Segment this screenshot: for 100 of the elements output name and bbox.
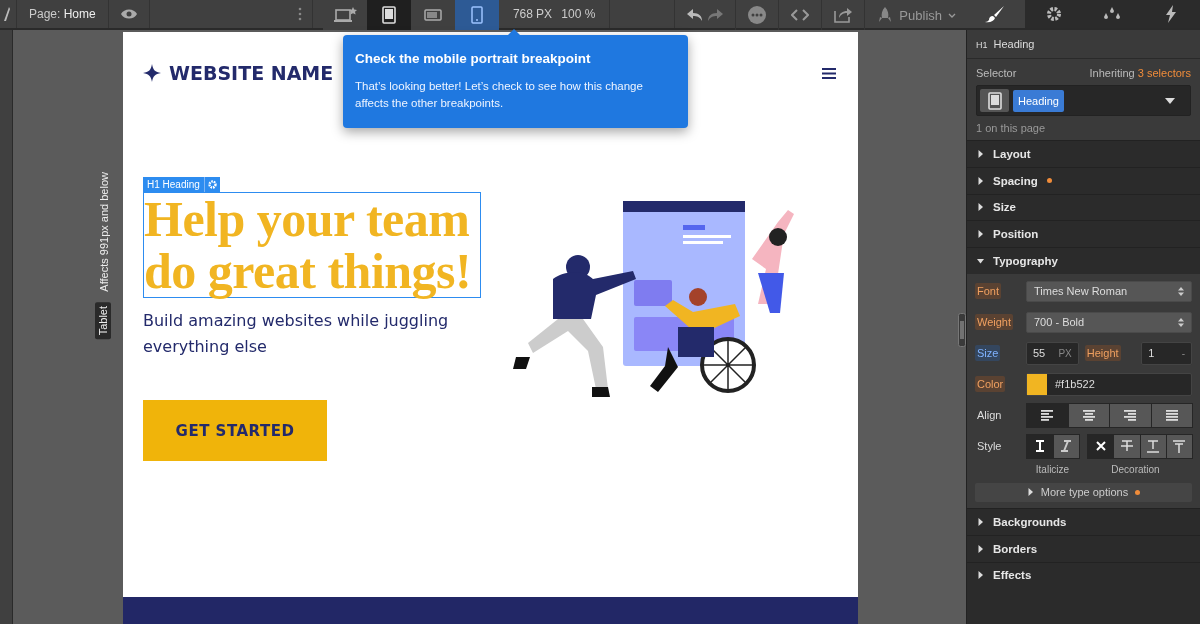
tooltip-body: That’s looking better! Let’s check to see how this change affects the other breakpoints. [355,79,644,111]
element-name: Heading [993,38,1035,50]
caret-right-icon [977,544,984,553]
section-title: Effects [993,569,1032,582]
property-label: Weight [975,314,1014,331]
underline-icon [1147,440,1160,453]
caret-right-icon [977,149,984,158]
caret-right-icon [977,203,984,212]
caret-right-icon [977,517,984,526]
size-field[interactable]: 55 PX [1026,342,1079,365]
align-right-icon [1124,410,1137,421]
inheriting-label: Inheriting [1089,67,1135,79]
decoration-button[interactable] [1165,434,1193,459]
decoration-button[interactable] [1113,434,1141,459]
section-title: Borders [993,542,1038,555]
stepper-icon [1178,318,1184,327]
align-justify-icon [1165,410,1178,421]
align-center-icon [1082,410,1095,421]
italic-toggle[interactable] [1052,434,1080,459]
selector-field[interactable]: Heading [976,85,1191,116]
decoration-button[interactable] [1139,434,1167,459]
class-chip[interactable]: Heading [1013,89,1064,112]
selector-label: Selector [976,67,1017,79]
overline-icon [1173,440,1186,453]
align-button[interactable] [1026,403,1069,428]
tablet-icon [987,91,1002,110]
hero-subtitle: Build amazing websites while juggling everything else [143,310,450,358]
caret-down-icon [977,257,984,266]
section-title: Spacing [993,174,1038,187]
property-label: Align [976,408,1003,424]
get-started-button[interactable]: GET STARTED [143,400,327,461]
align-button[interactable] [1109,403,1152,428]
color-swatch[interactable] [1027,374,1047,395]
element-tag: H1 [976,40,988,50]
decoration-caption: Decoration [1110,464,1161,475]
hero-heading: Help your team do great things! [143,192,481,298]
settings-icon [1044,5,1063,23]
tooltip-title: Check the mobile portrait breakpoint [355,51,592,66]
breakpoint-button[interactable] [366,0,411,30]
weight-select[interactable]: 700 - Bold [1026,312,1192,333]
italic-toggle[interactable] [1026,434,1054,459]
align-button[interactable] [1150,403,1193,428]
property-label: Size [975,345,1001,362]
canvas-width: 768 [512,7,533,21]
brand-name: WEBSITE NAME [169,62,334,84]
more-vertical-icon [297,7,302,21]
usage-count: 1 on this page [976,122,1047,134]
publish-button[interactable]: Publish [865,0,966,30]
line-height-field[interactable]: 1 - [1141,342,1192,365]
more-type-options-button[interactable]: More type options [975,483,1192,502]
property-label: Font [975,283,1001,300]
panel-tab[interactable] [966,0,1025,28]
dropdown-arrow-icon [1165,97,1175,104]
page-selector[interactable]: Page: Home [29,7,96,21]
align-left-icon [1041,410,1054,421]
code-icon [791,9,810,21]
width-unit: PX [535,7,552,21]
italic-icon [1061,440,1072,453]
caret-right-icon [1026,488,1034,497]
phone-landscape-icon [423,9,442,21]
section-title: Position [993,228,1039,241]
brush-icon [985,5,1006,23]
phone-portrait-icon [470,6,483,24]
strikethrough-icon [1120,440,1133,453]
stepper-icon [1178,287,1184,296]
section-title: Backgrounds [993,515,1067,528]
inheriting-link[interactable]: 3 selectors [1137,67,1191,79]
close-icon [1095,441,1106,452]
decoration-button[interactable] [1087,434,1115,459]
eye-icon [120,8,137,20]
settings-icon [207,180,217,189]
section-title: Size [993,201,1016,214]
laptop-star-icon [332,6,357,24]
section-title: Layout [993,147,1031,160]
property-label: Style [976,439,1003,455]
text-cursor-icon [1034,440,1045,453]
breakpoint-note: Affects 991px and below [98,172,110,292]
logo-icon [4,7,10,21]
caret-right-icon [977,176,984,185]
caret-right-icon [977,571,984,580]
menu-icon [822,67,836,79]
zoom-level: 100 % [561,7,596,21]
breakpoint-label: Tablet [95,301,111,340]
tablet-icon [381,6,396,24]
property-label: Height [1084,345,1121,362]
color-field[interactable]: #f1b522 [1026,373,1192,396]
section-title: Typography [993,255,1058,268]
caret-right-icon [977,230,984,239]
font-select[interactable]: Times New Roman [1026,281,1192,302]
drops-icon [1102,6,1123,22]
chevron-down-icon [948,12,956,18]
redo-icon [707,9,724,21]
sparkle-icon [143,64,161,82]
resize-handle[interactable] [958,313,966,347]
property-label: Color [975,376,1006,393]
more-horizontal-icon [748,6,767,24]
italicize-caption: Italicize [1034,464,1071,475]
export-icon [834,7,853,23]
undo-icon [687,9,704,21]
align-button[interactable] [1067,403,1110,428]
